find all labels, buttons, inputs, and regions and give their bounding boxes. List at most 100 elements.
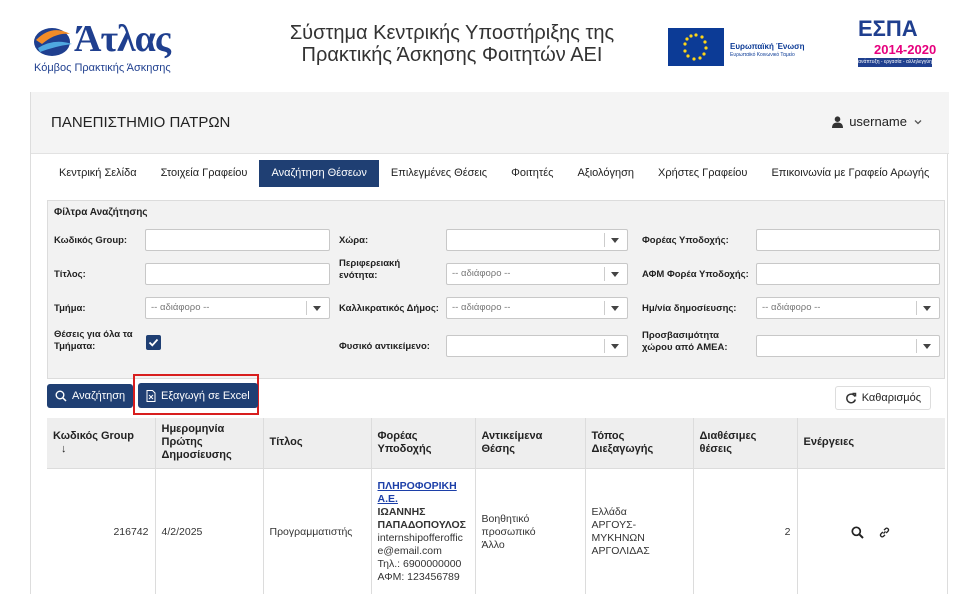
- espa-years: 2014-2020: [874, 42, 937, 57]
- cell-group-code: 216742: [47, 468, 156, 594]
- tab-position-search[interactable]: Αναζήτηση Θέσεων: [259, 160, 379, 187]
- tab-office-details[interactable]: Στοιχεία Γραφείου: [149, 160, 260, 187]
- host-phone: Τηλ.: 6900000000: [377, 558, 462, 571]
- tab-students[interactable]: Φοιτητές: [499, 160, 565, 187]
- location-country: Ελλάδα: [591, 506, 627, 519]
- pub-date-label: Ημ/νία δημοσίευσης:: [642, 303, 737, 314]
- eu-logo: Ευρωπαϊκή Ένωση Ευρωπαϊκό Κοινωνικό Ταμε…: [668, 28, 828, 70]
- tab-contact-helpdesk[interactable]: Επικοινωνία με Γραφείο Αρωγής: [759, 160, 941, 187]
- region-select[interactable]: -- αδιάφορο --: [446, 263, 628, 285]
- filters-title: Φίλτρα Αναζήτησης: [54, 207, 148, 218]
- host-input[interactable]: [756, 229, 940, 251]
- location-region: ΑΡΓΟΛΙΔΑΣ: [591, 545, 650, 558]
- cell-actions: [797, 468, 945, 594]
- site-title-line2: Πρακτικής Άσκησης Φοιτητών ΑΕΙ: [301, 44, 603, 66]
- title-input[interactable]: [145, 263, 330, 285]
- main-tabs: Κεντρική Σελίδα Στοιχεία Γραφείου Αναζήτ…: [47, 160, 941, 187]
- col-objects[interactable]: Αντικείμενα Θέσης: [475, 418, 586, 469]
- chevron-down-icon: [914, 119, 922, 124]
- search-filters: Φίλτρα Αναζήτησης Κωδικός Group: Χώρα: Φ…: [47, 200, 945, 379]
- main-panel: ΠΑΝΕΠΙΣΤΗΜΙΟ ΠΑΤΡΩΝ username Κεντρική Σε…: [30, 92, 949, 594]
- espa-label: ΕΣΠΑ: [858, 16, 918, 41]
- atlas-logo[interactable]: Άτλας Κόμβος Πρακτικής Άσκησης: [30, 18, 190, 78]
- table-header-row: Κωδικός Group ↓ Ημερομηνία Πρώτης Δημοσί…: [47, 418, 945, 469]
- all-departments-checkbox[interactable]: [146, 335, 161, 350]
- location-municipality: ΑΡΓΟΥΣ-ΜΥΚΗΝΩΝ: [591, 519, 645, 545]
- search-button[interactable]: Αναζήτηση: [47, 384, 134, 408]
- tab-selected-positions[interactable]: Επιλεγμένες Θέσεις: [379, 160, 499, 187]
- refresh-icon: [845, 392, 856, 404]
- col-group-code[interactable]: Κωδικός Group ↓: [47, 418, 156, 469]
- col-host[interactable]: Φορέας Υποδοχής: [371, 418, 476, 469]
- university-name: ΠΑΝΕΠΙΣΤΗΜΙΟ ΠΑΤΡΩΝ: [51, 114, 231, 131]
- search-button-label: Αναζήτηση: [72, 390, 126, 402]
- department-select[interactable]: -- αδιάφορο --: [145, 297, 330, 319]
- all-departments-label: Θέσεις για όλα τα Τμήματα:: [54, 329, 133, 352]
- title-label: Τίτλος:: [54, 269, 86, 280]
- host-name-link[interactable]: ΠΛΗΡΟΦΟΡΙΚΗ Α.Ε.: [378, 480, 469, 506]
- cell-date: 4/2/2025: [155, 468, 264, 594]
- table-row: 216742 4/2/2025 Προγραμματιστής ΠΛΗΡΟΦΟΡ…: [47, 468, 945, 594]
- site-title-line1: Σύστημα Κεντρικής Υποστήριξης της: [289, 22, 615, 44]
- country-label: Χώρα:: [339, 235, 369, 246]
- cell-title: Προγραμματιστής: [263, 468, 372, 594]
- accessibility-select[interactable]: [756, 335, 940, 357]
- country-select[interactable]: [446, 229, 628, 251]
- host-email: internshipofferoffice@email.com: [377, 532, 463, 558]
- tab-office-users[interactable]: Χρήστες Γραφείου: [646, 160, 759, 187]
- atlas-logo-mark-icon: [34, 28, 72, 56]
- clear-button[interactable]: Καθαρισμός: [834, 386, 931, 410]
- department-value: -- αδιάφορο --: [151, 302, 210, 313]
- host-label: Φορέας Υποδοχής:: [642, 235, 729, 246]
- username-label: username: [849, 114, 907, 129]
- host-person: ΙΩΑΝΝΗΣ ΠΑΠΑΔΟΠΟΥΛΟΣ: [377, 506, 466, 532]
- row-actions: [804, 526, 940, 539]
- col-actions: Ενέργειες: [797, 418, 945, 469]
- col-group-code-label: Κωδικός Group: [53, 429, 134, 442]
- clear-button-label: Καθαρισμός: [861, 392, 921, 404]
- department-label: Τμήμα:: [54, 303, 86, 314]
- object-item: Άλλο: [481, 538, 505, 551]
- eu-flag-icon: [668, 28, 724, 66]
- logo-text: Άτλας: [74, 18, 171, 60]
- cell-host: ΠΛΗΡΟΦΟΡΙΚΗ Α.Ε. ΙΩΑΝΝΗΣ ΠΑΠΑΔΟΠΟΥΛΟΣ in…: [371, 468, 476, 594]
- pub-date-select[interactable]: -- αδιάφορο --: [756, 297, 940, 319]
- group-code-input[interactable]: [145, 229, 330, 251]
- cell-available: 2: [693, 468, 798, 594]
- cell-objects: Βοηθητικό προσωπικό Άλλο: [475, 468, 586, 594]
- site-header: Άτλας Κόμβος Πρακτικής Άσκησης Σύστημα Κ…: [0, 0, 959, 86]
- file-export-icon: [146, 389, 156, 402]
- host-afm-label: ΑΦΜ Φορέα Υποδοχής:: [642, 269, 749, 280]
- group-code-label: Κωδικός Group:: [54, 235, 128, 246]
- region-value: -- αδιάφορο --: [452, 268, 511, 279]
- tab-home[interactable]: Κεντρική Σελίδα: [47, 160, 149, 187]
- col-first-pub-date[interactable]: Ημερομηνία Πρώτης Δημοσίευσης: [155, 418, 264, 469]
- university-bar: ΠΑΝΕΠΙΣΤΗΜΙΟ ΠΑΤΡΩΝ username: [31, 92, 949, 154]
- search-icon: [55, 390, 67, 402]
- eu-label: Ευρωπαϊκή Ένωση: [730, 42, 805, 51]
- user-menu[interactable]: username: [832, 114, 923, 129]
- col-location[interactable]: Τόπος Διεξαγωγής: [585, 418, 694, 469]
- host-afm-input[interactable]: [756, 263, 940, 285]
- link-icon[interactable]: [878, 526, 891, 539]
- user-icon: [832, 115, 844, 128]
- logo-subtitle: Κόμβος Πρακτικής Άσκησης: [34, 62, 171, 74]
- results-table: Κωδικός Group ↓ Ημερομηνία Πρώτης Δημοσί…: [47, 418, 945, 594]
- espa-tagline: ανάπτυξη - εργασία - αλληλεγγύη: [858, 58, 932, 67]
- col-available[interactable]: Διαθέσιμες θέσεις: [693, 418, 798, 469]
- physical-object-select[interactable]: [446, 335, 628, 357]
- municipality-label: Καλλικρατικός Δήμος:: [339, 303, 439, 314]
- col-title[interactable]: Τίτλος: [263, 418, 372, 469]
- host-afm: ΑΦΜ: 123456789: [377, 571, 460, 584]
- tab-evaluation[interactable]: Αξιολόγηση: [565, 160, 646, 187]
- cell-location: Ελλάδα ΑΡΓΟΥΣ-ΜΥΚΗΝΩΝ ΑΡΓΟΛΙΔΑΣ: [585, 468, 694, 594]
- export-excel-button[interactable]: Εξαγωγή σε Excel: [138, 383, 258, 408]
- export-excel-label: Εξαγωγή σε Excel: [161, 389, 250, 402]
- eu-sublabel: Ευρωπαϊκό Κοινωνικό Ταμείο: [730, 52, 795, 58]
- municipality-select[interactable]: -- αδιάφορο --: [446, 297, 628, 319]
- view-details-icon[interactable]: [851, 526, 864, 539]
- object-item: Βοηθητικό προσωπικό: [481, 512, 536, 538]
- municipality-value: -- αδιάφορο --: [452, 302, 511, 313]
- physical-object-label: Φυσικό αντικείμενο:: [339, 341, 430, 352]
- region-label: Περιφερειακή ενότητα:: [339, 258, 401, 281]
